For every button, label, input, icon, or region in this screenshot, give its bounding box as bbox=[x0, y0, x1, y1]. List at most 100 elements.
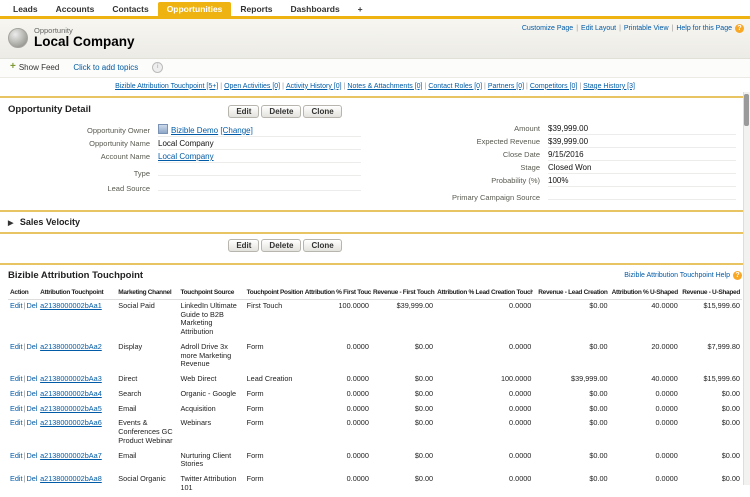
touchpoint-id-link[interactable]: a2138000002bAa6 bbox=[40, 418, 102, 427]
touchpoint-id-link[interactable]: a2138000002bAa2 bbox=[40, 342, 102, 351]
section-sales-velocity[interactable]: ▶ Sales Velocity bbox=[0, 209, 750, 234]
field-label-close-date: Close Date bbox=[502, 149, 540, 159]
touchpoint-id-link[interactable]: a2138000002bAa7 bbox=[40, 451, 102, 460]
related-link-open-activities[interactable]: Open Activities [0] bbox=[224, 83, 280, 90]
touchpoint-id-link[interactable]: a2138000002bAa8 bbox=[40, 474, 102, 483]
marketing-channel-cell: Display bbox=[118, 341, 143, 351]
touchpoint-id-link[interactable]: a2138000002bAa4 bbox=[40, 389, 102, 398]
touchpoint-position-cell: Form bbox=[246, 403, 264, 413]
edit-link[interactable]: Edit bbox=[10, 301, 23, 310]
clone-button[interactable]: Clone bbox=[303, 238, 342, 252]
header-link-edit-layout[interactable]: Edit Layout bbox=[581, 25, 616, 32]
tab-add[interactable]: + bbox=[349, 2, 372, 16]
touchpoint-source-cell: Nurturing Client Stories bbox=[180, 450, 232, 469]
page-title: Local Company bbox=[34, 34, 135, 49]
edit-link[interactable]: Edit bbox=[10, 451, 23, 460]
del-link[interactable]: Del bbox=[26, 374, 37, 383]
revenue-first-touch-cell: $0.00 bbox=[414, 341, 434, 351]
field-value-probability: 100% bbox=[548, 174, 736, 187]
related-link-contact-roles[interactable]: Contact Roles [0] bbox=[428, 83, 482, 90]
attribution-first-touch-cell: 0.0000 bbox=[346, 450, 369, 460]
del-link[interactable]: Del bbox=[26, 342, 37, 351]
revenue-first-touch-cell: $0.00 bbox=[414, 418, 434, 428]
edit-link[interactable]: Edit bbox=[10, 404, 23, 413]
page-help-icon[interactable]: ? bbox=[735, 24, 744, 33]
action-cell: Edit|Del bbox=[10, 341, 38, 351]
touchpoint-section-header: Bizible Attribution Touchpoint Bizible A… bbox=[0, 265, 750, 287]
col-attribution-first-touch: Attribution % First Touch bbox=[302, 286, 371, 300]
header-link-customize-page[interactable]: Customize Page bbox=[522, 25, 573, 32]
del-link[interactable]: Del bbox=[26, 389, 37, 398]
edit-button[interactable]: Edit bbox=[228, 238, 260, 252]
revenue-lead-creation-cell: $39,999.00 bbox=[571, 374, 608, 384]
touchpoint-source-cell: Webinars bbox=[180, 418, 212, 428]
marketing-channel-cell: Direct bbox=[118, 374, 138, 384]
related-link-activity-history[interactable]: Activity History [0] bbox=[286, 83, 342, 90]
related-link-stage-history[interactable]: Stage History [3] bbox=[583, 83, 635, 90]
del-link[interactable]: Del bbox=[26, 451, 37, 460]
show-feed-toggle[interactable]: + Show Feed bbox=[10, 62, 59, 72]
col-action: Action bbox=[8, 286, 39, 300]
field-row-opportunity-name: Opportunity Name Local Company bbox=[0, 137, 375, 150]
feed-bar: + Show Feed Click to add topics i bbox=[0, 58, 750, 78]
attribution-lead-creation-cell: 0.0000 bbox=[509, 403, 532, 413]
info-icon: i bbox=[152, 61, 164, 73]
field-link-account-name[interactable]: Local Company bbox=[158, 152, 214, 161]
touchpoint-table: Action Attribution Touchpoint Marketing Ch… bbox=[8, 286, 742, 497]
touchpoint-source-cell: Web Direct bbox=[180, 374, 217, 384]
revenue-first-touch-cell: $0.00 bbox=[414, 403, 434, 413]
field-label-opportunity-owner: Opportunity Owner bbox=[87, 125, 150, 135]
touchpoint-table-header-row: Action Attribution Touchpoint Marketing Ch… bbox=[8, 286, 742, 300]
touchpoint-help-icon[interactable]: ? bbox=[733, 270, 742, 280]
attribution-u-shaped-cell: 0.0000 bbox=[655, 388, 678, 398]
tab-dashboards[interactable]: Dashboards bbox=[282, 2, 349, 16]
touchpoint-help-link[interactable]: Bizible Attribution Touchpoint Help bbox=[624, 272, 730, 279]
del-link[interactable]: Del bbox=[26, 301, 37, 310]
touchpoint-row: Edit|Del a2138000002bAa5 Email Acquisition F… bbox=[8, 403, 742, 418]
edit-link[interactable]: Edit bbox=[10, 342, 23, 351]
attribution-u-shaped-cell: 40.0000 bbox=[651, 374, 678, 384]
edit-button[interactable]: Edit bbox=[228, 104, 260, 118]
delete-button[interactable]: Delete bbox=[261, 104, 302, 118]
delete-button[interactable]: Delete bbox=[261, 238, 302, 252]
field-link-opportunity-owner[interactable]: Bizible Demo bbox=[171, 126, 218, 135]
tab-reports[interactable]: Reports bbox=[231, 2, 281, 16]
header-link-printable-view[interactable]: Printable View bbox=[624, 25, 669, 32]
vertical-scrollbar[interactable] bbox=[743, 92, 750, 485]
edit-link[interactable]: Edit bbox=[10, 374, 23, 383]
clone-button[interactable]: Clone bbox=[303, 104, 342, 118]
touchpoint-row: Edit|Del a2138000002bAa6 Events & Conferen… bbox=[8, 417, 742, 449]
tab-leads[interactable]: Leads bbox=[4, 2, 47, 16]
field-row-primary-campaign-source: Primary Campaign Source bbox=[375, 187, 750, 202]
touchpoint-row: Edit|Del a2138000002bAa7 Email Nurturing Cl… bbox=[8, 450, 742, 474]
del-link[interactable]: Del bbox=[26, 474, 37, 483]
tab-contacts[interactable]: Contacts bbox=[103, 2, 157, 16]
related-link-bizible-attribution-touchpoint[interactable]: Bizible Attribution Touchpoint [5+] bbox=[115, 83, 218, 90]
field-value-account-name: Local Company bbox=[158, 150, 361, 163]
revenue-lead-creation-cell: $0.00 bbox=[589, 450, 608, 460]
edit-link[interactable]: Edit bbox=[10, 418, 23, 427]
touchpoint-id-link[interactable]: a2138000002bAa3 bbox=[40, 374, 102, 383]
attribution-lead-creation-cell: 0.0000 bbox=[509, 300, 532, 310]
attribution-first-touch-cell: 0.0000 bbox=[346, 341, 369, 351]
related-link-notes-attachments[interactable]: Notes & Attachments [0] bbox=[347, 83, 422, 90]
field-value-opportunity-owner: Bizible Demo [Change] bbox=[158, 122, 361, 137]
scrollbar-thumb[interactable] bbox=[744, 94, 749, 126]
marketing-channel-cell: Email bbox=[118, 450, 137, 460]
related-link-partners[interactable]: Partners [0] bbox=[488, 83, 524, 90]
field-row-close-date: Close Date 9/15/2016 bbox=[375, 148, 750, 161]
del-link[interactable]: Del bbox=[26, 418, 37, 427]
edit-link[interactable]: Edit bbox=[10, 474, 23, 483]
related-link-competitors[interactable]: Competitors [0] bbox=[530, 83, 577, 90]
header-link-help-for-this-page[interactable]: Help for this Page bbox=[676, 25, 732, 32]
tab-accounts[interactable]: Accounts bbox=[47, 2, 104, 16]
edit-link[interactable]: Edit bbox=[10, 389, 23, 398]
touchpoint-id-link[interactable]: a2138000002bAa1 bbox=[40, 301, 102, 310]
tab-opportunities[interactable]: Opportunities bbox=[157, 2, 232, 16]
field-value-primary-campaign-source bbox=[548, 187, 736, 200]
del-link[interactable]: Del bbox=[26, 404, 37, 413]
touchpoint-id-link[interactable]: a2138000002bAa5 bbox=[40, 404, 102, 413]
add-topics-link[interactable]: Click to add topics bbox=[73, 63, 138, 72]
change-owner-link[interactable]: [Change] bbox=[220, 126, 252, 135]
attribution-lead-creation-cell: 100.0000 bbox=[500, 374, 532, 384]
